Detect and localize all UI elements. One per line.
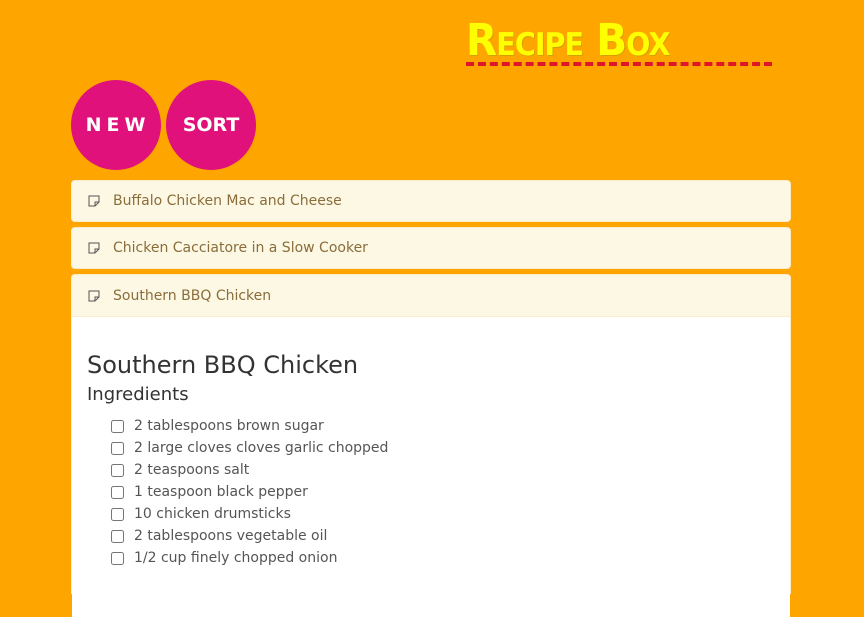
ingredient-item: 2 large cloves cloves garlic chopped (111, 437, 775, 459)
note-icon (88, 290, 100, 302)
recipe-name: Southern BBQ Chicken (113, 287, 272, 304)
ingredient-label: 1/2 cup finely chopped onion (134, 550, 338, 566)
ingredient-checkbox[interactable] (111, 551, 124, 565)
ingredient-item: 1/2 cup finely chopped onion (111, 547, 775, 569)
app-title: Recipe Box (466, 15, 670, 66)
ingredient-item: 1 teaspoon black pepper (111, 481, 775, 503)
ingredient-item: 2 tablespoons brown sugar (111, 415, 775, 437)
ingredient-label: 2 tablespoons brown sugar (134, 418, 324, 434)
recipe-panel-heading[interactable]: Buffalo Chicken Mac and Cheese (72, 181, 790, 221)
sort-button[interactable]: SORT (166, 80, 256, 170)
new-recipe-button[interactable]: NEW (71, 80, 161, 170)
ingredient-checkbox[interactable] (111, 529, 124, 543)
ingredient-checkbox[interactable] (111, 485, 124, 499)
recipe-panel-heading[interactable]: Chicken Cacciatore in a Slow Cooker (72, 228, 790, 268)
ingredient-item: 2 tablespoons vegetable oil (111, 525, 775, 547)
ingredient-item: 10 chicken drumsticks (111, 503, 775, 525)
ingredients-heading: Ingredients (87, 384, 189, 405)
recipe-panel-expanded: Southern BBQ Chicken Southern BBQ Chicke… (71, 274, 791, 617)
note-icon (88, 242, 100, 254)
recipe-panel: Buffalo Chicken Mac and Cheese (71, 180, 791, 222)
recipe-details: Southern BBQ Chicken Ingredients 2 table… (72, 317, 790, 617)
recipe-panel: Chicken Cacciatore in a Slow Cooker (71, 227, 791, 269)
recipe-title: Southern BBQ Chicken (87, 351, 359, 379)
ingredient-checkbox[interactable] (111, 507, 124, 521)
ingredient-checkbox[interactable] (111, 441, 124, 455)
ingredient-label: 2 tablespoons vegetable oil (134, 528, 328, 544)
ingredient-label: 1 teaspoon black pepper (134, 484, 308, 500)
title-underline (466, 62, 772, 66)
recipe-name: Chicken Cacciatore in a Slow Cooker (113, 240, 368, 256)
ingredient-label: 2 large cloves cloves garlic chopped (134, 440, 389, 456)
recipe-panel-heading[interactable]: Southern BBQ Chicken (72, 275, 790, 317)
ingredient-label: 10 chicken drumsticks (134, 506, 291, 522)
ingredient-checkbox[interactable] (111, 463, 124, 477)
note-icon (88, 195, 100, 207)
recipe-name: Buffalo Chicken Mac and Cheese (113, 193, 342, 209)
ingredients-list: 2 tablespoons brown sugar 2 large cloves… (111, 415, 775, 569)
ingredient-checkbox[interactable] (111, 419, 124, 433)
ingredient-item: 2 teaspoons salt (111, 459, 775, 481)
ingredient-label: 2 teaspoons salt (134, 462, 250, 478)
